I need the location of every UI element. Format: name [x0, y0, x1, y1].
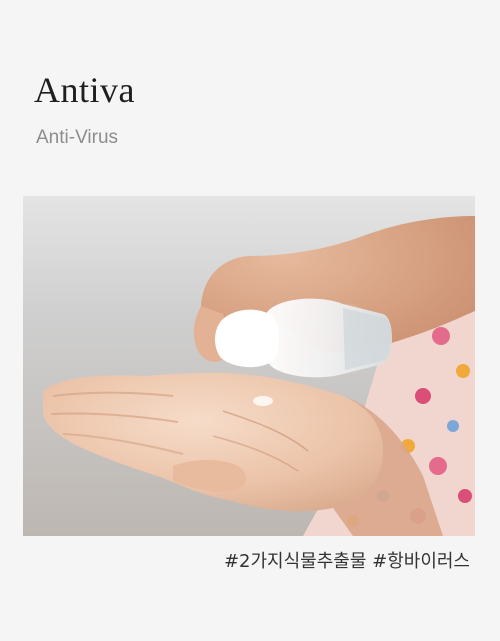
brand-subtitle: Anti-Virus — [36, 127, 119, 148]
hand-sanitizer-photo — [23, 196, 475, 536]
hashtag-caption: #2가지식물추출물 #항바이러스 — [223, 551, 470, 572]
brand-title: Antiva — [34, 70, 135, 110]
hand-sanitizer-illustration — [23, 196, 475, 536]
